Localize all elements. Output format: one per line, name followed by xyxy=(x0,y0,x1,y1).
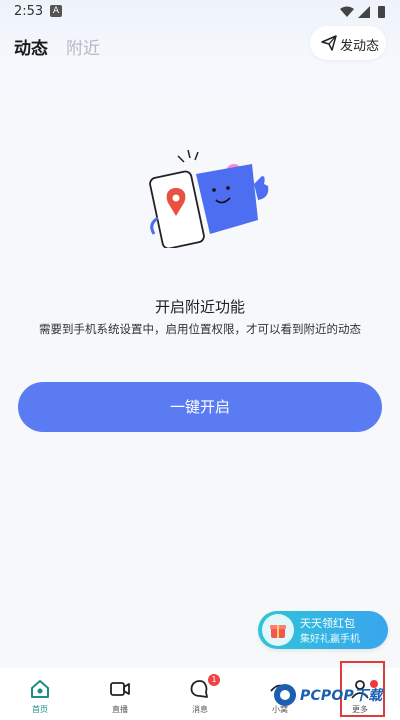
empty-description: 需要到手机系统设置中，启用位置权限，才可以看到附近的动态 xyxy=(39,322,361,336)
post-button[interactable]: 发动态 xyxy=(310,26,386,60)
tab-feed[interactable]: 动态 xyxy=(14,34,48,59)
status-icons xyxy=(340,6,385,18)
tab-nearby[interactable]: 附近 xyxy=(66,34,100,59)
location-illustration xyxy=(149,149,269,248)
nav-messages[interactable]: 1 消息 xyxy=(170,668,230,720)
nav-label: 消息 xyxy=(192,705,208,714)
promo-title: 天天领红包 xyxy=(300,617,355,630)
enable-location-button[interactable]: 一键开启 xyxy=(18,382,382,432)
video-icon xyxy=(110,682,130,696)
status-time: 2:53 xyxy=(14,4,44,19)
message-badge: 1 xyxy=(208,674,220,686)
notification-icon: A xyxy=(50,5,62,17)
nav-home[interactable]: 首页 xyxy=(10,668,70,720)
red-packet-promo[interactable]: 天天领红包 集好礼赢手机 xyxy=(258,611,388,649)
gift-icon xyxy=(270,625,286,638)
nav-label: 首页 xyxy=(32,705,48,714)
send-icon xyxy=(321,35,337,51)
nav-live[interactable]: 直播 xyxy=(90,668,150,720)
promo-subtitle: 集好礼赢手机 xyxy=(300,634,360,645)
empty-title: 开启附近功能 xyxy=(154,298,245,316)
watermark-logo xyxy=(274,684,296,706)
post-button-label: 发动态 xyxy=(340,39,380,54)
watermark-text: PCPOP下载 xyxy=(300,688,383,704)
promo-badge xyxy=(262,614,294,646)
status-bar: 2:53 A xyxy=(0,0,400,24)
watermark: PCPOP下载 xyxy=(272,680,396,710)
nav-label: 直播 xyxy=(112,705,128,714)
home-icon xyxy=(31,680,49,698)
